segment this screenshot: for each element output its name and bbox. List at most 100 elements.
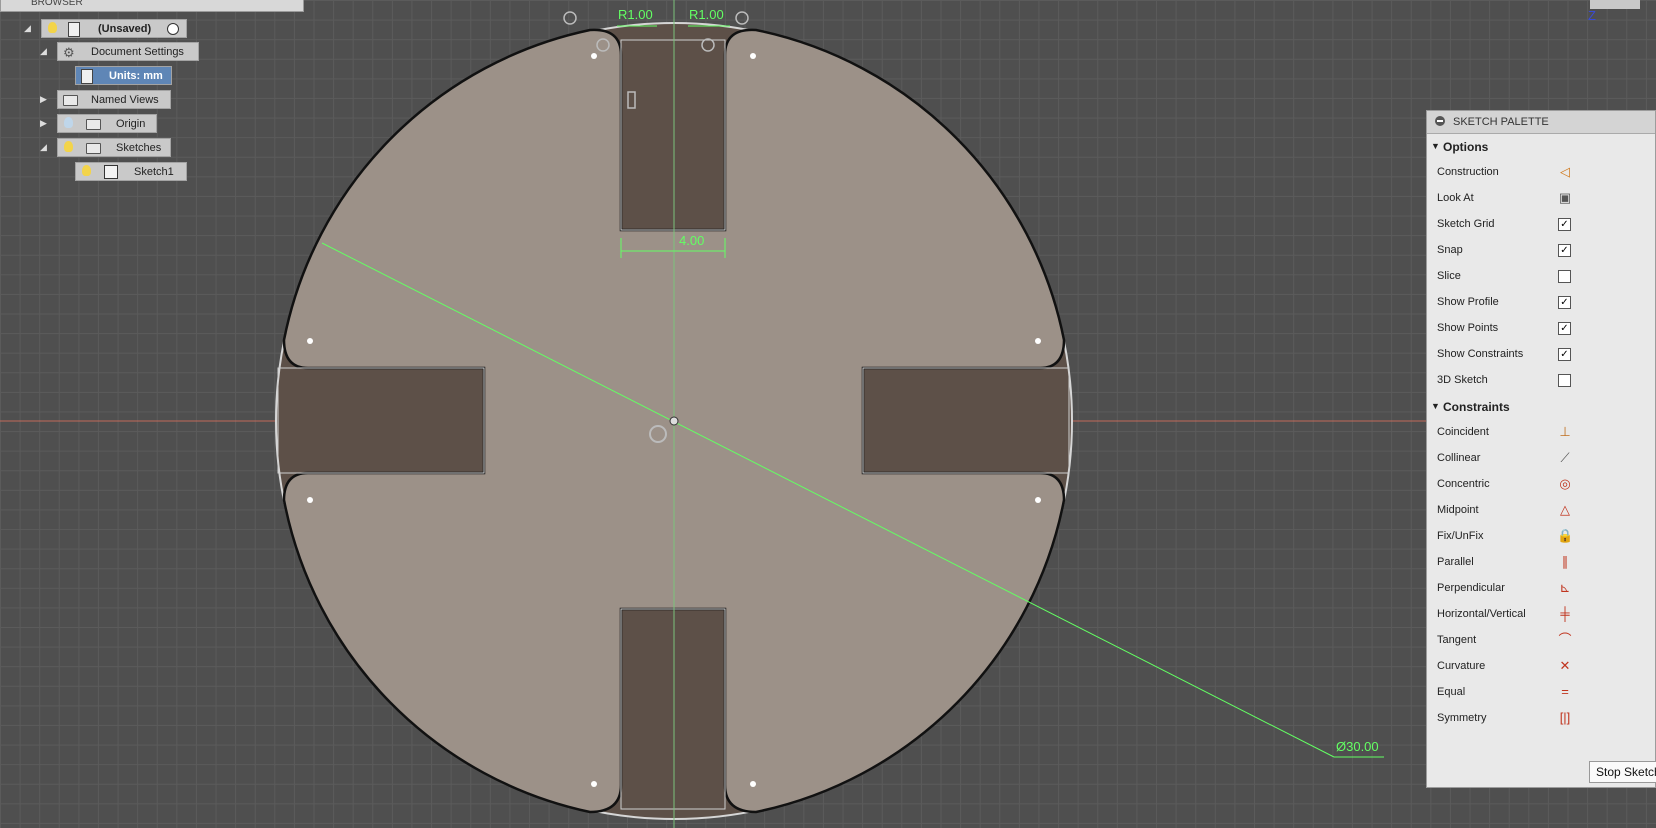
- palette-row-look-at[interactable]: Look At ▣: [1427, 186, 1655, 212]
- sketch-point[interactable]: [750, 781, 756, 787]
- palette-row-label: Midpoint: [1437, 504, 1479, 516]
- palette-row-label: Collinear: [1437, 452, 1481, 464]
- palette-row-label: Perpendicular: [1437, 582, 1505, 594]
- concentric-icon[interactable]: ◎: [1557, 476, 1573, 492]
- sketch-palette: SKETCH PALETTE ▼ Options Construction ◁ Lo…: [1426, 110, 1656, 788]
- checkbox[interactable]: ✓: [1558, 348, 1571, 361]
- expand-triangle-icon[interactable]: ▶: [40, 94, 47, 105]
- visibility-bulb-icon[interactable]: [48, 22, 57, 33]
- browser-title: BROWSER: [31, 0, 83, 8]
- sketches-label: Sketches: [116, 142, 162, 154]
- palette-row-concentric[interactable]: Concentric ◎: [1427, 472, 1655, 498]
- activate-radio-icon[interactable]: [167, 23, 179, 35]
- sketch1-node[interactable]: Sketch1: [75, 162, 187, 181]
- tangent-constraint-icon[interactable]: [563, 11, 577, 25]
- visibility-bulb-icon[interactable]: [82, 165, 91, 176]
- palette-row-label: Show Constraints: [1437, 348, 1524, 360]
- sketch-point[interactable]: [591, 53, 597, 59]
- sketch-point[interactable]: [750, 53, 756, 59]
- chevron-down-icon: ▼: [1431, 141, 1440, 151]
- palette-header[interactable]: SKETCH PALETTE: [1427, 111, 1655, 134]
- collapse-icon[interactable]: [1435, 116, 1445, 126]
- viewcube[interactable]: [1590, 0, 1640, 9]
- palette-row-symmetry[interactable]: Symmetry [|]: [1427, 706, 1655, 732]
- sketches-node[interactable]: Sketches: [57, 138, 171, 157]
- palette-row-collinear[interactable]: Collinear ⟋: [1427, 446, 1655, 472]
- sketch-point[interactable]: [307, 338, 313, 344]
- options-list: Construction ◁ Look At ▣ Sketch Grid ✓ Snap ✓ Sl…: [1427, 160, 1655, 394]
- palette-row-show-profile[interactable]: Show Profile ✓: [1427, 290, 1655, 316]
- sketch-point[interactable]: [307, 497, 313, 503]
- named-views-node[interactable]: Named Views: [57, 90, 171, 109]
- palette-row-slice[interactable]: Slice: [1427, 264, 1655, 290]
- symmetry-icon[interactable]: [|]: [1557, 710, 1573, 726]
- browser-header[interactable]: BROWSER: [0, 0, 304, 12]
- center-point[interactable]: [669, 416, 679, 426]
- radius-right-dimension[interactable]: R1.00: [689, 7, 724, 22]
- parallel-icon[interactable]: ∥: [1557, 554, 1573, 570]
- checkbox[interactable]: [1558, 270, 1571, 283]
- midpoint-icon[interactable]: △: [1557, 502, 1573, 518]
- sketch-icon: [104, 165, 118, 179]
- curvature-icon[interactable]: ✕: [1557, 658, 1573, 674]
- palette-row-sketch-grid[interactable]: Sketch Grid ✓: [1427, 212, 1655, 238]
- gear-icon: ⚙: [63, 45, 75, 60]
- lock-icon[interactable]: 🔒: [1557, 528, 1573, 544]
- horizontal-vertical-icon[interactable]: ╪: [1557, 606, 1573, 622]
- palette-row-equal[interactable]: Equal =: [1427, 680, 1655, 706]
- sketch-point[interactable]: [1035, 497, 1041, 503]
- expand-triangle-icon[interactable]: ◢: [40, 142, 47, 153]
- palette-row-horizontal-vertical[interactable]: Horizontal/Vertical ╪: [1427, 602, 1655, 628]
- collinear-icon[interactable]: ⟋: [1557, 450, 1573, 466]
- stop-sketch-button[interactable]: Stop Sketch: [1589, 761, 1656, 783]
- checkbox[interactable]: ✓: [1558, 218, 1571, 231]
- origin-node[interactable]: Origin: [57, 114, 157, 133]
- palette-row-curvature[interactable]: Curvature ✕: [1427, 654, 1655, 680]
- diameter-dimension[interactable]: Ø30.00: [1336, 739, 1379, 754]
- checkbox[interactable]: ✓: [1558, 244, 1571, 257]
- radius-left-dimension[interactable]: R1.00: [618, 7, 653, 22]
- chevron-down-icon: ▼: [1431, 401, 1440, 411]
- checkbox[interactable]: ✓: [1558, 322, 1571, 335]
- palette-row-coincident[interactable]: Coincident ⊥: [1427, 420, 1655, 446]
- component-icon: [68, 22, 80, 37]
- sketch-point[interactable]: [591, 781, 597, 787]
- sketch1-label: Sketch1: [134, 166, 174, 178]
- checkbox[interactable]: ✓: [1558, 296, 1571, 309]
- palette-row-fix-unfix[interactable]: Fix/UnFix 🔒: [1427, 524, 1655, 550]
- palette-row-label: Equal: [1437, 686, 1466, 698]
- checkbox[interactable]: [1558, 374, 1571, 387]
- palette-row-snap[interactable]: Snap ✓: [1427, 238, 1655, 264]
- units-node[interactable]: Units: mm: [75, 66, 172, 85]
- expand-triangle-icon[interactable]: ▶: [40, 118, 47, 129]
- coincident-icon[interactable]: ⊥: [1557, 424, 1573, 440]
- constraints-section-header[interactable]: ▼ Constraints: [1427, 394, 1655, 420]
- perpendicular-icon[interactable]: ⊾: [1557, 580, 1573, 596]
- tangent-icon[interactable]: ⌒: [1557, 632, 1573, 648]
- palette-row-label: Slice: [1437, 270, 1461, 282]
- document-settings-node[interactable]: ⚙ Document Settings: [57, 42, 199, 61]
- palette-row-3d-sketch[interactable]: 3D Sketch: [1427, 368, 1655, 394]
- palette-row-parallel[interactable]: Parallel ∥: [1427, 550, 1655, 576]
- palette-row-construction[interactable]: Construction ◁: [1427, 160, 1655, 186]
- slot-width-dimension[interactable]: 4.00: [679, 233, 704, 248]
- palette-row-show-constraints[interactable]: Show Constraints ✓: [1427, 342, 1655, 368]
- palette-row-label: Show Profile: [1437, 296, 1499, 308]
- palette-row-perpendicular[interactable]: Perpendicular ⊾: [1427, 576, 1655, 602]
- tangent-constraint-icon[interactable]: [735, 11, 749, 25]
- construction-icon[interactable]: ◁: [1557, 164, 1573, 180]
- sketch-point[interactable]: [1035, 338, 1041, 344]
- document-icon: [81, 69, 93, 84]
- options-section-header[interactable]: ▼ Options: [1427, 134, 1655, 160]
- browser-root-node[interactable]: (Unsaved): [41, 19, 187, 38]
- equal-icon[interactable]: =: [1557, 684, 1573, 700]
- expand-triangle-icon[interactable]: ◢: [24, 23, 31, 34]
- visibility-bulb-icon[interactable]: [64, 117, 73, 128]
- palette-row-tangent[interactable]: Tangent ⌒: [1427, 628, 1655, 654]
- expand-triangle-icon[interactable]: ◢: [40, 46, 47, 57]
- look-at-icon[interactable]: ▣: [1557, 190, 1573, 206]
- palette-row-midpoint[interactable]: Midpoint △: [1427, 498, 1655, 524]
- palette-row-show-points[interactable]: Show Points ✓: [1427, 316, 1655, 342]
- visibility-bulb-icon[interactable]: [64, 141, 73, 152]
- palette-row-label: Curvature: [1437, 660, 1486, 672]
